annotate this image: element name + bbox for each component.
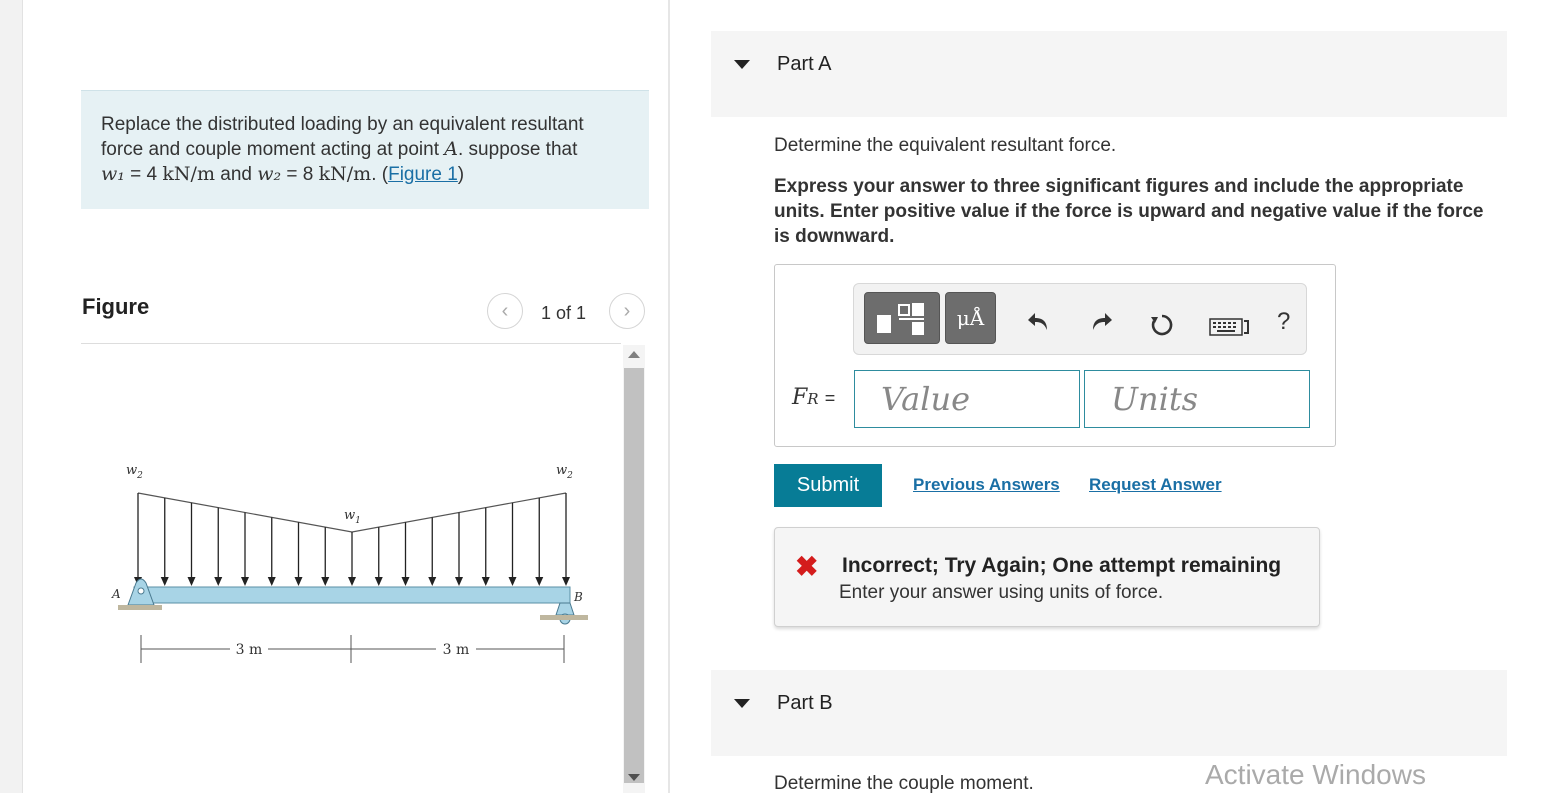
close-paren: ) [457, 164, 465, 185]
scroll-down-arrow-icon[interactable] [628, 774, 640, 781]
point-b-label: B [573, 590, 583, 604]
load-arrowhead [267, 577, 276, 586]
load-arrowhead [348, 577, 356, 586]
part-b-label: Part B [777, 692, 833, 714]
load-arrowhead [321, 577, 330, 586]
figure-divider [81, 343, 621, 344]
load-arrowhead [562, 577, 570, 586]
scroll-thumb[interactable] [624, 368, 644, 783]
part-b-header[interactable]: Part B [711, 670, 1507, 756]
scroll-up-arrow-icon[interactable] [628, 351, 640, 358]
request-answer-link[interactable]: Request Answer [1089, 475, 1222, 495]
w2-value: = 8 [286, 164, 314, 185]
pane-divider[interactable] [668, 0, 670, 793]
redo-icon[interactable] [1087, 310, 1113, 332]
ground-left [118, 605, 162, 610]
math-toolbar: μÅ ? [853, 283, 1307, 355]
next-figure-button[interactable]: › [609, 293, 645, 329]
load-arrowhead [294, 577, 303, 586]
load-arrowhead [455, 577, 463, 586]
beam [133, 586, 571, 604]
part-b-prompt: Determine the couple moment. [774, 773, 1034, 794]
fr-equals: = [824, 388, 836, 408]
fr-variable-label: FR = [792, 384, 835, 410]
figure-link[interactable]: Figure 1 [388, 164, 458, 185]
load-arrowhead [374, 577, 383, 586]
fraction-template-icon [877, 303, 924, 335]
units-input-box[interactable] [1084, 370, 1310, 428]
figure-title: Figure [82, 294, 150, 319]
w1-label: w1 [344, 508, 361, 526]
load-arrowhead [535, 577, 544, 586]
previous-answers-link[interactable]: Previous Answers [913, 475, 1060, 495]
w1-unit: kN/m [162, 163, 215, 185]
ground-right [540, 615, 588, 620]
value-input-box[interactable] [854, 370, 1080, 428]
submit-button[interactable]: Submit [774, 464, 882, 507]
load-arrowhead [481, 577, 490, 586]
load-arrowhead [187, 577, 196, 586]
w1-symbol: w₁ [101, 163, 125, 185]
part-a-header[interactable]: Part A [711, 31, 1507, 117]
caret-down-icon[interactable] [734, 699, 750, 708]
point-a-label: A [111, 587, 121, 601]
end-text: . ( [371, 164, 389, 185]
load-arrows [134, 493, 570, 586]
load-arrowhead [241, 577, 249, 586]
point-a-symbol: A [444, 138, 458, 160]
load-arrowhead [428, 577, 437, 586]
activate-windows-watermark: Activate Windows [1205, 759, 1426, 790]
feedback-message: Enter your answer using units of force. [839, 582, 1164, 603]
w2-unit: kN/m [318, 163, 372, 185]
w2-left-label: w2 [126, 463, 143, 481]
caret-down-icon[interactable] [734, 60, 750, 69]
figure-page-count: 1 of 1 [541, 303, 587, 323]
load-arrowhead [214, 577, 223, 586]
and-text: and [220, 164, 252, 185]
part-a-label: Part A [777, 53, 832, 75]
keyboard-icon[interactable] [1209, 318, 1255, 336]
units-button-label: μÅ [956, 306, 985, 330]
w1-value: = 4 [130, 164, 158, 185]
reset-icon[interactable] [1149, 312, 1175, 338]
figure-scrollbar[interactable] [623, 345, 645, 793]
feedback-title: Incorrect; Try Again; One attempt remain… [842, 554, 1282, 577]
load-arrowhead [160, 577, 169, 586]
w2-symbol: w₂ [257, 163, 282, 185]
units-input[interactable] [1085, 371, 1309, 427]
undo-icon[interactable] [1027, 310, 1053, 332]
value-input[interactable] [855, 371, 1079, 427]
problem-statement: Replace the distributed loading by an eq… [81, 90, 649, 209]
prev-figure-button[interactable]: ‹ [487, 293, 523, 329]
help-icon[interactable]: ? [1277, 308, 1290, 336]
incorrect-x-icon: ✖ [795, 551, 819, 582]
chevron-left-icon: ‹ [501, 299, 509, 322]
load-arrowhead [401, 577, 410, 586]
template-button[interactable] [864, 292, 940, 344]
dim-left-label: 3 m [236, 642, 263, 658]
left-gutter [0, 0, 23, 793]
part-a-prompt: Determine the equivalent resultant force… [774, 135, 1117, 156]
fr-sub: R [807, 390, 819, 408]
roller-support [555, 602, 575, 616]
pin-hole [137, 587, 145, 595]
problem-text-mid: . suppose that [458, 139, 578, 160]
dim-right-label: 3 m [443, 642, 470, 658]
fr-main: F [792, 385, 808, 410]
load-arrowhead [508, 577, 517, 586]
w2-right-label: w2 [556, 463, 573, 481]
part-a-instructions: Express your answer to three significant… [774, 176, 1484, 247]
units-button[interactable]: μÅ [945, 292, 996, 344]
beam-diagram: w2 w2 w1 A B 3 m 3 m [111, 463, 588, 663]
chevron-right-icon: › [623, 299, 631, 322]
feedback-box: ✖ Incorrect; Try Again; One attempt rema… [774, 527, 1320, 627]
